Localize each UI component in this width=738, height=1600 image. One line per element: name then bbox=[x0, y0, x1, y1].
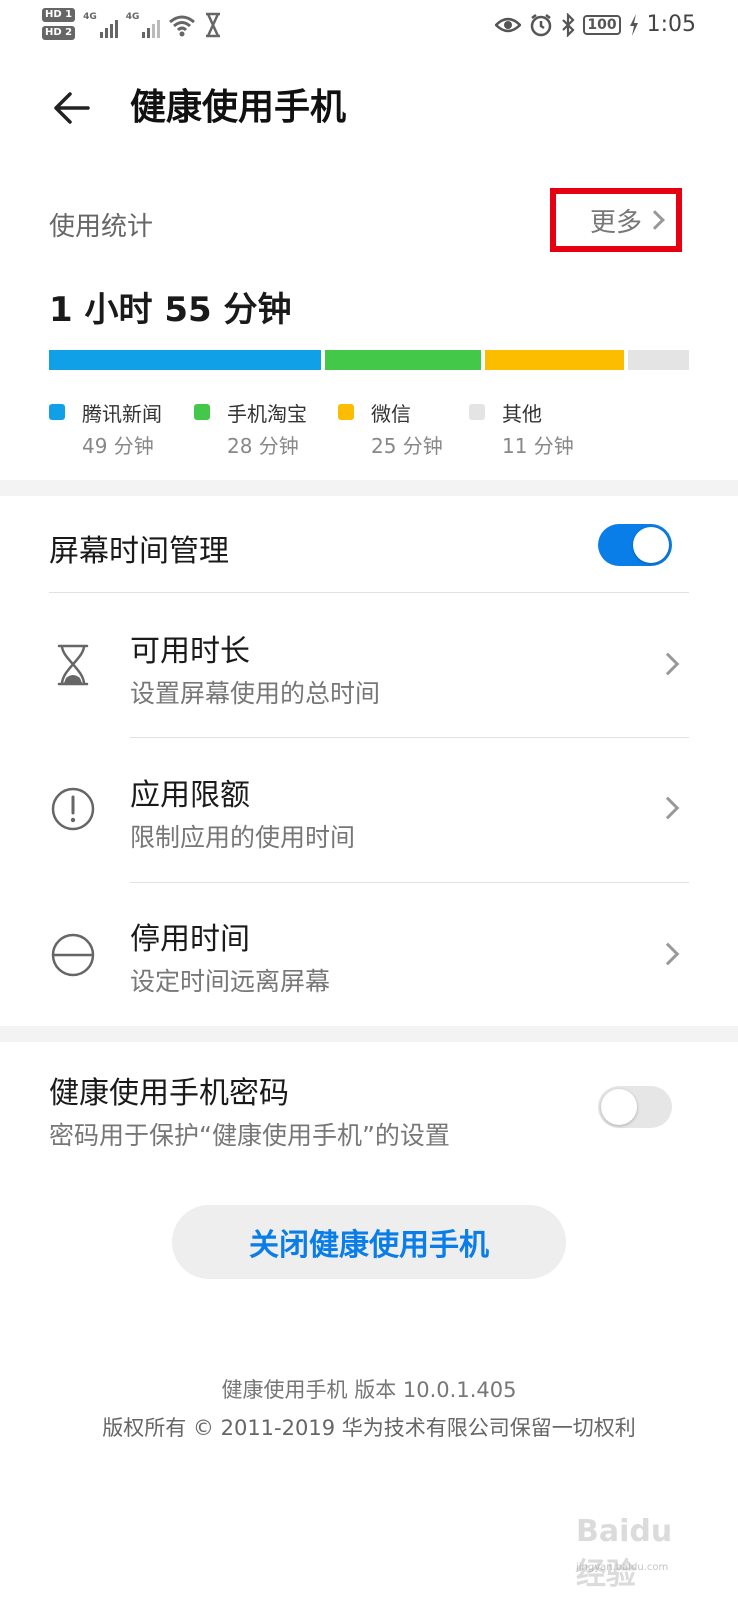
usage-stats-label: 使用统计 bbox=[49, 212, 154, 242]
app-header: 健康使用手机 bbox=[0, 72, 738, 144]
status-bar-left: HD 1 HD 2 4G 4G bbox=[42, 8, 222, 48]
legend-color-dot bbox=[49, 404, 65, 420]
legend-app-time: 28 分钟 bbox=[227, 434, 299, 458]
alarm-icon bbox=[531, 13, 552, 36]
page-title: 健康使用手机 bbox=[130, 87, 347, 128]
item-title: 应用限额 bbox=[130, 778, 250, 813]
toggle-knob bbox=[601, 1089, 637, 1125]
hd-indicators: HD 1 HD 2 bbox=[42, 8, 76, 40]
legend-app-name: 微信 bbox=[371, 402, 411, 426]
hd1-badge: HD 1 bbox=[42, 8, 76, 22]
password-title: 健康使用手机密码 bbox=[49, 1076, 289, 1111]
usage-bar bbox=[49, 350, 689, 370]
status-bar-right: 100 1:05 bbox=[495, 12, 696, 37]
hd2-badge: HD 2 bbox=[42, 26, 76, 40]
wifi-icon bbox=[169, 15, 196, 37]
legend-color-dot bbox=[194, 404, 210, 420]
section-divider bbox=[0, 1026, 738, 1042]
legend-app-time: 11 分钟 bbox=[502, 434, 574, 458]
chevron-right-icon bbox=[656, 652, 680, 676]
charging-icon bbox=[629, 13, 638, 36]
legend-app-time: 49 分钟 bbox=[82, 434, 154, 458]
legend-app-name: 手机淘宝 bbox=[227, 402, 307, 426]
status-time: 1:05 bbox=[646, 12, 696, 37]
total-usage-time: 1 小时 55 分钟 bbox=[49, 290, 292, 330]
chevron-right-icon bbox=[645, 210, 665, 230]
signal-1-icon: 4G bbox=[83, 12, 118, 38]
eye-icon bbox=[495, 17, 522, 32]
baidu-watermark: Baidu经验 jingyan.baidu.com bbox=[576, 1500, 696, 1592]
usage-bar-segment bbox=[49, 350, 322, 370]
close-health-button[interactable]: 关闭健康使用手机 bbox=[172, 1205, 566, 1279]
available-time-item[interactable]: 可用时长 设置屏幕使用的总时间 bbox=[0, 592, 738, 738]
usage-bar-segment bbox=[484, 350, 624, 370]
copyright-text: 版权所有 © 2011-2019 华为技术有限公司保留一切权利 bbox=[102, 1416, 636, 1440]
item-subtitle: 限制应用的使用时间 bbox=[130, 823, 356, 852]
item-subtitle: 设定时间远离屏幕 bbox=[130, 967, 331, 996]
more-button[interactable]: 更多 bbox=[550, 188, 682, 252]
watermark-url: jingyan.baidu.com bbox=[576, 1562, 669, 1573]
legend-app-time: 25 分钟 bbox=[371, 434, 443, 458]
version-text: 健康使用手机 版本 10.0.1.405 bbox=[221, 1378, 517, 1402]
downtime-item[interactable]: 停用时间 设定时间远离屏幕 bbox=[0, 882, 738, 1028]
signal-2-icon: 4G bbox=[126, 12, 161, 38]
network-1-label: 4G bbox=[83, 12, 97, 22]
screen-time-title: 屏幕时间管理 bbox=[49, 534, 229, 569]
legend-color-dot bbox=[469, 404, 485, 420]
hourglass-icon bbox=[57, 644, 89, 686]
hourglass-status-icon bbox=[206, 12, 221, 38]
minus-circle-icon bbox=[51, 933, 95, 977]
screen-time-toggle[interactable] bbox=[598, 524, 672, 566]
toggle-knob bbox=[633, 527, 669, 563]
item-title: 停用时间 bbox=[130, 922, 250, 957]
section-divider bbox=[0, 480, 738, 496]
network-2-label: 4G bbox=[125, 12, 140, 22]
chevron-right-icon bbox=[656, 796, 680, 820]
watermark-text: Baidu经验 bbox=[576, 1514, 673, 1592]
legend-app-name: 腾讯新闻 bbox=[82, 402, 162, 426]
app-limits-item[interactable]: 应用限额 限制应用的使用时间 bbox=[0, 738, 738, 884]
battery-icon: 100 bbox=[583, 14, 621, 35]
status-bar: HD 1 HD 2 4G 4G 100 1:05 bbox=[0, 0, 738, 52]
exclamation-circle-icon bbox=[51, 787, 95, 831]
item-title: 可用时长 bbox=[130, 634, 250, 669]
legend-app-name: 其他 bbox=[502, 402, 542, 426]
bluetooth-icon bbox=[562, 12, 575, 37]
chevron-right-icon bbox=[656, 942, 680, 966]
password-subtitle: 密码用于保护“健康使用手机”的设置 bbox=[49, 1121, 450, 1150]
usage-bar-segment bbox=[325, 350, 481, 370]
password-toggle[interactable] bbox=[598, 1086, 672, 1128]
more-label: 更多 bbox=[589, 207, 642, 238]
usage-bar-segment bbox=[627, 350, 689, 370]
item-subtitle: 设置屏幕使用的总时间 bbox=[130, 679, 381, 708]
legend-color-dot bbox=[338, 404, 354, 420]
back-arrow-icon[interactable] bbox=[50, 86, 94, 130]
